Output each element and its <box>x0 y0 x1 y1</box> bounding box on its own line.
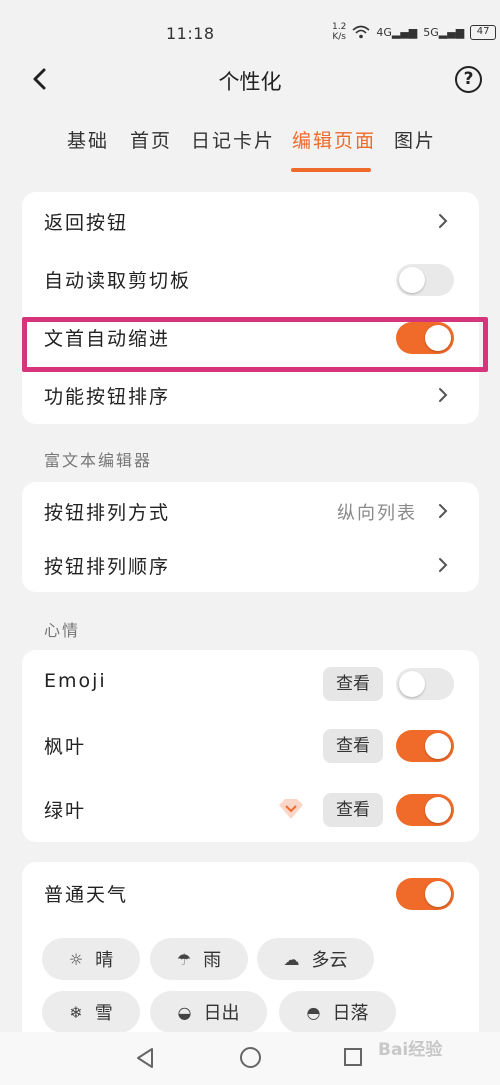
mood-label: 绿叶 <box>44 800 87 822</box>
snow-icon: ❄ <box>69 1002 83 1022</box>
toggle-knob <box>425 733 451 759</box>
weather-chip-snow[interactable]: ❄ 雪 <box>42 991 140 1033</box>
button-sequence-row[interactable]: 按钮排列顺序 <box>22 536 479 594</box>
wifi-icon <box>352 25 370 39</box>
button-sequence-label: 按钮排列顺序 <box>44 556 171 578</box>
tab-images[interactable]: 图片 <box>394 126 436 153</box>
maple-toggle[interactable] <box>396 730 454 762</box>
chevron-right-icon <box>439 214 448 228</box>
battery-icon: 47 <box>470 24 497 40</box>
status-bar: 11:18 1.2 K/s 4G▂▄▆ 5G▂▄▆ 47 <box>0 0 500 60</box>
premium-diamond-icon <box>279 799 303 819</box>
auto-clipboard-toggle[interactable] <box>396 264 454 296</box>
toggle-knob <box>399 267 425 293</box>
tab-edit-page[interactable]: 编辑页面 <box>292 126 376 153</box>
weather-toggle[interactable] <box>396 878 454 910</box>
nav-home-icon[interactable] <box>240 1047 261 1068</box>
chevron-right-icon <box>439 388 448 402</box>
emoji-toggle[interactable] <box>396 668 454 700</box>
active-tab-indicator <box>291 168 371 172</box>
weather-row: 普通天气 <box>22 864 479 922</box>
chevron-right-icon <box>439 558 448 572</box>
mood-card: Emoji 查看 枫叶 查看 绿叶 查看 <box>22 650 479 842</box>
chevron-right-icon <box>439 504 448 518</box>
tab-bar: 基础 首页 日记卡片 编辑页面 图片 <box>0 120 500 172</box>
toggle-knob <box>399 671 425 697</box>
view-button[interactable]: 查看 <box>323 729 383 763</box>
rich-text-section-label: 富文本编辑器 <box>44 451 153 470</box>
green-leaf-toggle[interactable] <box>396 794 454 826</box>
weather-label: 普通天气 <box>44 884 129 906</box>
network-speed: 1.2 K/s <box>332 22 347 42</box>
mood-section-label: 心情 <box>44 621 81 640</box>
help-icon[interactable]: ? <box>455 66 482 93</box>
auto-clipboard-row: 自动读取剪切板 <box>22 250 479 308</box>
weather-chip-sunset[interactable]: ◓ 日落 <box>279 991 396 1033</box>
header: 个性化 ? <box>0 58 500 102</box>
nav-back-icon[interactable] <box>135 1047 155 1069</box>
weather-chip-sunny[interactable]: ☼ 晴 <box>42 938 140 980</box>
rain-icon: ☂ <box>176 949 192 969</box>
status-time: 11:18 <box>166 24 215 43</box>
mood-row-green-leaf: 绿叶 查看 <box>22 780 479 838</box>
tab-home[interactable]: 首页 <box>130 126 172 153</box>
tab-basic[interactable]: 基础 <box>67 126 109 153</box>
editor-settings-card: 返回按钮 自动读取剪切板 文首自动缩进 功能按钮排序 <box>22 192 479 424</box>
weather-chip-cloudy[interactable]: ☁ 多云 <box>257 938 374 980</box>
mood-label: 枫叶 <box>44 736 87 758</box>
highlight-box <box>22 317 488 372</box>
button-order-label: 功能按钮排序 <box>44 386 171 408</box>
sun-icon: ☼ <box>68 949 84 969</box>
cloud-icon: ☁ <box>283 949 300 969</box>
rich-text-card: 按钮排列方式 纵向列表 按钮排列顺序 <box>22 482 479 592</box>
back-button-row[interactable]: 返回按钮 <box>22 192 479 250</box>
signal-icon-2: 5G▂▄▆ <box>423 25 465 39</box>
toggle-knob <box>425 797 451 823</box>
signal-icon: 4G▂▄▆ <box>376 25 418 39</box>
page-title: 个性化 <box>218 70 282 94</box>
mood-label: Emoji <box>44 670 107 692</box>
sunrise-icon: ◒ <box>177 1002 192 1022</box>
nav-recents-icon[interactable] <box>344 1048 362 1066</box>
mood-row-maple: 枫叶 查看 <box>22 716 479 774</box>
view-button[interactable]: 查看 <box>323 667 383 701</box>
sunset-icon: ◓ <box>306 1002 321 1022</box>
tab-diary-card[interactable]: 日记卡片 <box>191 126 275 153</box>
auto-clipboard-label: 自动读取剪切板 <box>44 270 192 292</box>
button-order-row[interactable]: 功能按钮排序 <box>22 366 479 424</box>
toggle-knob <box>425 881 451 907</box>
weather-chip-rain[interactable]: ☂ 雨 <box>150 938 248 980</box>
view-button[interactable]: 查看 <box>323 793 383 827</box>
weather-chip-sunrise[interactable]: ◒ 日出 <box>150 991 267 1033</box>
mood-row-emoji: Emoji 查看 <box>22 654 479 712</box>
button-arrangement-label: 按钮排列方式 <box>44 502 171 524</box>
button-arrangement-value: 纵向列表 <box>337 503 417 524</box>
status-icons: 1.2 K/s 4G▂▄▆ 5G▂▄▆ 47 <box>332 22 497 42</box>
back-button-label: 返回按钮 <box>44 212 129 234</box>
watermark-logo: Bai经验 <box>378 1040 443 1060</box>
button-arrangement-row[interactable]: 按钮排列方式 纵向列表 <box>22 482 479 540</box>
